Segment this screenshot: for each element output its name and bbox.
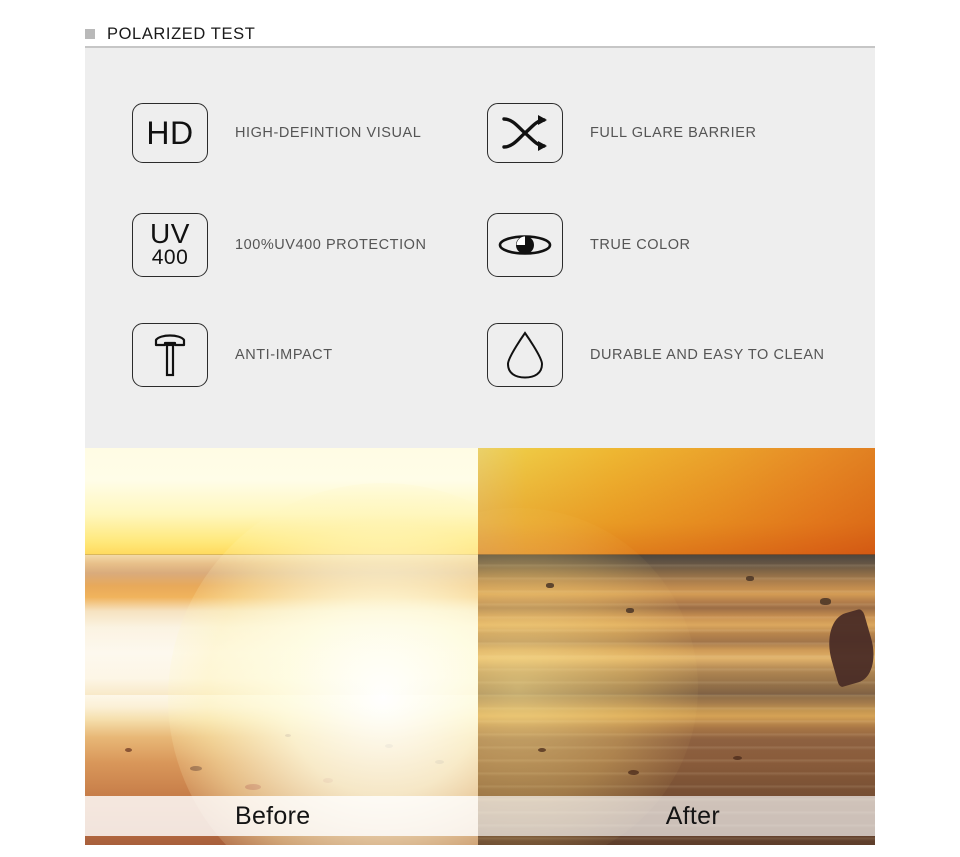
feature-label-uv400: 100%UV400 PROTECTION xyxy=(235,237,427,253)
before-half xyxy=(85,448,478,845)
hammer-glyph xyxy=(154,334,186,377)
shuffle-arrows-glyph xyxy=(502,115,547,151)
after-half xyxy=(478,448,875,845)
features-panel: HD HIGH-DEFINTION VISUAL FULL GLARE BARR… xyxy=(85,48,875,448)
feature-item-durable: DURABLE AND EASY TO CLEAN xyxy=(487,323,825,387)
surfer xyxy=(626,608,634,613)
hd-icon-label: HD xyxy=(146,115,194,151)
feature-label-true-color: TRUE COLOR xyxy=(590,237,691,253)
shuffle-arrows-icon xyxy=(487,103,563,163)
section-header: POLARIZED TEST xyxy=(85,20,875,48)
hammer-icon xyxy=(132,323,208,387)
page-title: POLARIZED TEST xyxy=(107,24,256,43)
after-label: After xyxy=(665,801,720,830)
uv-icon-label: UV xyxy=(150,218,190,250)
uv400-icon: UV 400 xyxy=(132,213,208,277)
feature-label-glare: FULL GLARE BARRIER xyxy=(590,125,757,141)
pebble xyxy=(628,770,639,775)
feature-item-true-color: TRUE COLOR xyxy=(487,213,691,277)
water-drop-icon xyxy=(487,323,563,387)
feature-item-glare: FULL GLARE BARRIER xyxy=(487,103,757,163)
feature-item-anti-impact: ANTI-IMPACT xyxy=(132,323,333,387)
feature-label-durable: DURABLE AND EASY TO CLEAN xyxy=(590,347,825,363)
feature-item-uv400: UV 400 100%UV400 PROTECTION xyxy=(132,213,427,277)
feature-item-hd: HD HIGH-DEFINTION VISUAL xyxy=(132,103,421,163)
water-drop-glyph xyxy=(506,331,544,379)
feature-label-anti-impact: ANTI-IMPACT xyxy=(235,347,333,363)
uv-icon-sublabel: 400 xyxy=(151,246,189,270)
after-scene xyxy=(478,448,875,845)
pebble xyxy=(538,748,546,752)
before-after-comparison-image: Before After xyxy=(85,448,875,845)
pebble xyxy=(733,756,742,760)
comparison-caption-band: Before After xyxy=(85,796,875,836)
after-caption-cell: After xyxy=(478,796,875,836)
before-label: Before xyxy=(235,801,311,830)
surfer xyxy=(820,598,831,605)
hd-icon: HD xyxy=(132,103,208,163)
pebble xyxy=(125,748,132,752)
eye-glyph xyxy=(498,235,552,255)
before-scene xyxy=(85,448,478,845)
square-bullet-icon xyxy=(85,29,95,39)
surfer xyxy=(546,583,554,588)
polarized-test-page: POLARIZED TEST HD HIGH-DEFINTION VISUAL … xyxy=(0,0,960,857)
feature-label-hd: HIGH-DEFINTION VISUAL xyxy=(235,125,422,141)
before-caption-cell: Before xyxy=(85,796,478,836)
eye-icon xyxy=(487,213,563,277)
surfer xyxy=(746,576,754,581)
